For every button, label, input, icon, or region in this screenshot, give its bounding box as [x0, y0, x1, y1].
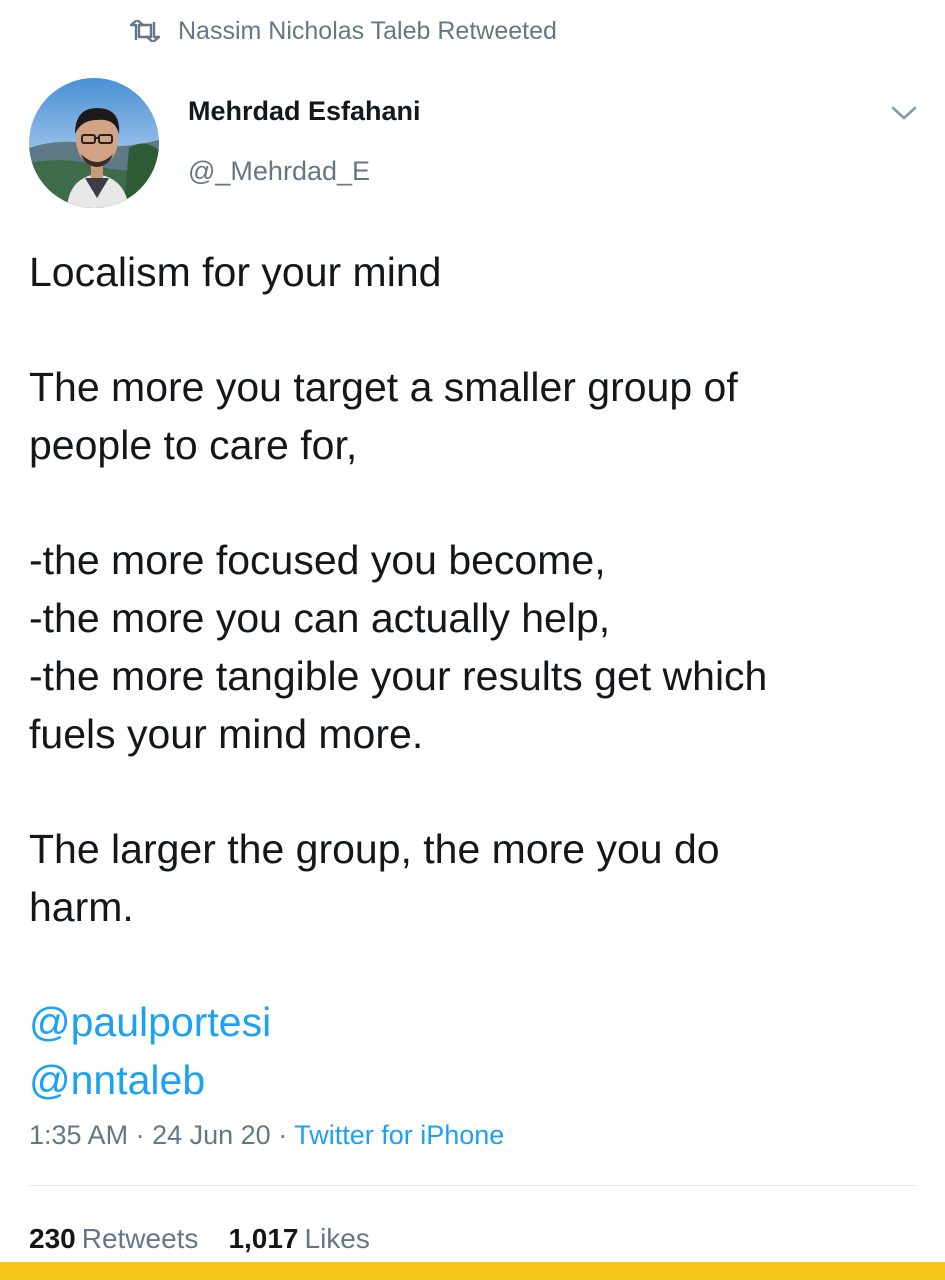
retweets-count: 230 — [29, 1223, 76, 1254]
bottom-accent-bar — [0, 1262, 945, 1280]
tweet-line — [29, 475, 919, 533]
meta-separator: · — [278, 1120, 288, 1150]
likes-stat[interactable]: 1,017 Likes — [228, 1223, 369, 1255]
tweet-line: fuels your mind more. — [29, 710, 424, 757]
tweet-time[interactable]: 1:35 AM — [29, 1120, 128, 1150]
tweet-line — [29, 936, 919, 994]
tweet-line: people to care for, — [29, 422, 358, 469]
retweets-label: Retweets — [81, 1223, 199, 1254]
tweet-line: harm. — [29, 883, 134, 930]
tweet-line: The larger the group, the more you do — [29, 825, 720, 872]
user-avatar-image — [29, 78, 159, 208]
mention-link-nntaleb[interactable]: @nntaleb — [29, 1057, 205, 1103]
author-handle[interactable]: @_Mehrdad_E — [188, 156, 370, 187]
tweet-line — [29, 302, 919, 360]
likes-label: Likes — [304, 1223, 370, 1254]
avatar[interactable] — [29, 78, 159, 208]
retweet-context-text: Nassim Nicholas Taleb Retweeted — [178, 16, 557, 45]
tweet-stats: 230 Retweets 1,017 Likes — [29, 1223, 370, 1255]
tweet-line: -the more focused you become, — [29, 537, 606, 584]
mention-link-paulportesi[interactable]: @paulportesi — [29, 999, 271, 1045]
tweet-source-link[interactable]: Twitter for iPhone — [294, 1120, 504, 1150]
tweet-line: -the more tangible your results get whic… — [29, 652, 768, 699]
retweet-icon — [130, 20, 160, 42]
tweet-line — [29, 763, 919, 821]
tweet-line: -the more you can actually help, — [29, 595, 611, 642]
tweet-meta: 1:35 AM · 24 Jun 20 · Twitter for iPhone — [29, 1120, 504, 1151]
retweet-context[interactable]: Nassim Nicholas Taleb Retweeted — [130, 14, 557, 48]
tweet-date[interactable]: 24 Jun 20 — [152, 1120, 271, 1150]
tweet-text: Localism for your mind The more you targ… — [29, 244, 919, 1109]
chevron-down-icon[interactable] — [889, 100, 919, 126]
retweets-stat[interactable]: 230 Retweets — [29, 1223, 198, 1255]
meta-separator: · — [135, 1120, 145, 1150]
tweet-line: The more you target a smaller group of — [29, 364, 738, 411]
likes-count: 1,017 — [228, 1223, 299, 1254]
author-display-name[interactable]: Mehrdad Esfahani — [188, 96, 421, 127]
divider — [29, 1185, 917, 1186]
tweet-line: Localism for your mind — [29, 249, 442, 295]
